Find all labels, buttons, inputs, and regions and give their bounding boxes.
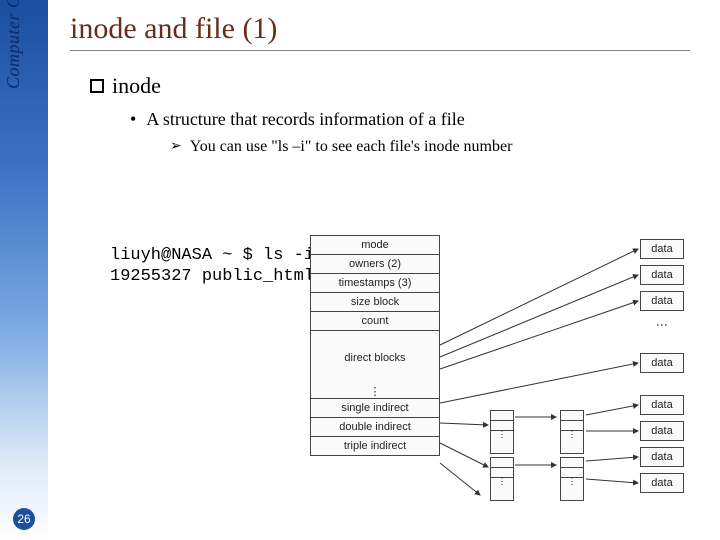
terminal-line-1: liuyh@NASA ~ $ ls -i (110, 245, 314, 266)
inode-field-double: double indirect (310, 417, 440, 436)
inode-field-gap: ⋮ (310, 384, 440, 398)
square-bullet-icon (90, 79, 104, 93)
data-block-3: data (640, 291, 684, 311)
data-block-6: data (640, 421, 684, 441)
ptr-block-double1: ⋮ (490, 457, 514, 501)
data-block-7: data (640, 447, 684, 467)
inode-field-mode: mode (310, 235, 440, 254)
data-block-1: data (640, 239, 684, 259)
ptr-block-single: ⋮ (490, 410, 514, 454)
ptr-block-double2: ⋮ (560, 457, 584, 501)
slide-title: inode and file (1) (70, 12, 690, 51)
inode-field-count: count (310, 311, 440, 330)
inode-field-timestamps: timestamps (3) (310, 273, 440, 292)
inode-structure: mode owners (2) timestamps (3) size bloc… (310, 235, 440, 456)
inode-field-sizeblock: size block (310, 292, 440, 311)
terminal-line-2: 19255327 public_html (110, 266, 314, 287)
inode-field-triple: triple indirect (310, 436, 440, 456)
terminal-output: liuyh@NASA ~ $ ls -i 19255327 public_htm… (110, 245, 314, 288)
bullet-sub-text: A structure that records information of … (146, 109, 464, 130)
inode-field-owners: owners (2) (310, 254, 440, 273)
inode-diagram: mode owners (2) timestamps (3) size bloc… (310, 235, 710, 525)
data-block-5: data (640, 395, 684, 415)
bullet-heading: inode (90, 73, 710, 99)
data-block-8: data (640, 473, 684, 493)
vdots-icon: ⋮ (660, 319, 664, 331)
inode-field-direct: direct blocks (310, 330, 440, 384)
sidebar-org-text: Computer Center, CS, NCTU (3, 0, 24, 89)
data-block-4: data (640, 353, 684, 373)
slide-number: 26 (13, 508, 35, 530)
data-block-2: data (640, 265, 684, 285)
bullet-heading-text: inode (112, 73, 161, 99)
bullet-subsub: You can use "ls –i" to see each file's i… (170, 138, 710, 156)
slide-content: inode and file (1) inode A structure tha… (70, 12, 710, 156)
bullet-sub: A structure that records information of … (130, 109, 710, 130)
bullet-subsub-text: You can use "ls –i" to see each file's i… (190, 138, 513, 156)
ptr-block-single2: ⋮ (560, 410, 584, 454)
inode-field-single: single indirect (310, 398, 440, 417)
